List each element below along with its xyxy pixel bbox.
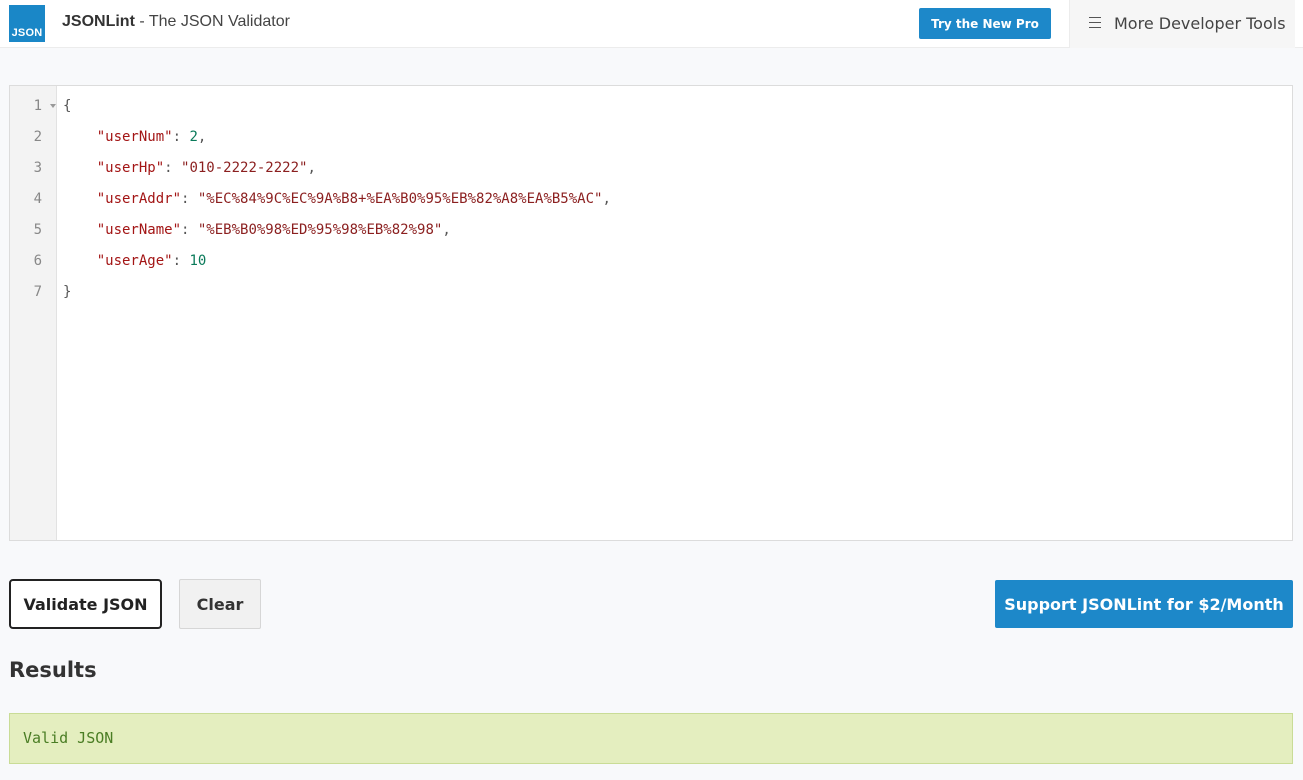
- jsonlint-logo[interactable]: JSON: [9, 5, 45, 42]
- code-line[interactable]: }: [63, 282, 71, 302]
- line-number: 6: [33, 253, 42, 269]
- code-token: "userName": [96, 222, 182, 238]
- code-token: ,: [442, 222, 451, 238]
- brand-subtitle: - The JSON Validator: [134, 13, 290, 30]
- code-line[interactable]: "userNum": 2,: [63, 127, 207, 147]
- line-number: 2: [33, 129, 42, 145]
- code-line[interactable]: {: [63, 96, 71, 116]
- code-token: ,: [307, 160, 316, 176]
- code-line[interactable]: "userAddr": "%EC%84%9C%EC%9A%B8+%EA%B0%9…: [63, 189, 611, 209]
- code-line[interactable]: "userAge": 10: [63, 251, 207, 271]
- line-number: 3: [33, 160, 42, 176]
- clear-button[interactable]: Clear: [179, 579, 261, 629]
- result-message: Valid JSON: [23, 729, 114, 747]
- code-line[interactable]: "userHp": "010-2222-2222",: [63, 158, 316, 178]
- code-token: :: [181, 191, 198, 207]
- logo-text: JSON: [11, 27, 43, 39]
- json-editor[interactable]: 1 2 3 4 5 6 7 { "userNum": 2, "userHp": "010-2…: [9, 85, 1293, 541]
- code-token: ,: [197, 129, 207, 145]
- line-number: 7: [33, 284, 42, 300]
- code-token: 10: [189, 253, 207, 269]
- try-new-pro-button[interactable]: Try the New Pro: [919, 8, 1051, 39]
- line-number: 5: [33, 222, 42, 238]
- line-number: 4: [33, 191, 42, 207]
- results-heading: Results: [9, 658, 97, 682]
- code-token: :: [181, 222, 198, 238]
- code-token: ,: [602, 191, 611, 207]
- code-token: :: [172, 129, 190, 145]
- menu-icon: [1089, 17, 1101, 28]
- top-header: JSON JSONLint - The JSON Validator Try t…: [0, 0, 1303, 48]
- code-token: :: [164, 160, 182, 176]
- code-token: "userAge": [96, 253, 173, 269]
- code-line[interactable]: "userName": "%EB%B0%98%ED%95%98%EB%82%98…: [63, 220, 451, 240]
- code-token: "userNum": [96, 129, 173, 145]
- validate-json-button[interactable]: Validate JSON: [9, 579, 162, 629]
- code-token: "%EC%84%9C%EC%9A%B8+%EA%B0%95%EB%82%A8%E…: [197, 191, 603, 207]
- code-token: 2: [189, 129, 198, 145]
- code-token: :: [172, 253, 190, 269]
- code-token: "%EB%B0%98%ED%95%98%EB%82%98": [197, 222, 443, 238]
- result-box: Valid JSON: [9, 713, 1293, 764]
- more-developer-tools-label: More Developer Tools: [1114, 14, 1286, 33]
- line-number: 1: [33, 98, 42, 114]
- code-token: "010-2222-2222": [181, 160, 308, 176]
- code-token: {: [63, 98, 72, 114]
- brand-name: JSONLint: [62, 13, 135, 30]
- support-jsonlint-button[interactable]: Support JSONLint for $2/Month: [995, 580, 1293, 628]
- code-token: "userAddr": [96, 191, 182, 207]
- code-token: }: [63, 284, 72, 300]
- editor-gutter: 1 2 3 4 5 6 7: [10, 86, 57, 540]
- code-token: "userHp": [96, 160, 165, 176]
- more-developer-tools-menu[interactable]: More Developer Tools: [1069, 0, 1295, 48]
- page-title: JSONLint - The JSON Validator: [62, 13, 290, 31]
- fold-arrow-icon[interactable]: [50, 104, 56, 108]
